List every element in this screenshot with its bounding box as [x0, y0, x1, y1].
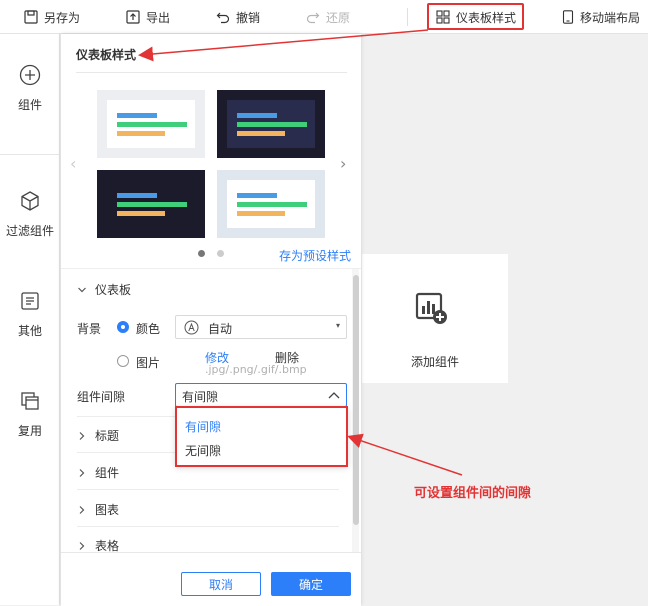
preset-bar — [237, 193, 277, 198]
preset-bar — [117, 211, 165, 216]
add-component-card[interactable]: 添加组件 — [362, 254, 508, 383]
save-as-button[interactable]: 另存为 — [24, 0, 80, 34]
preset-bar — [237, 211, 285, 216]
export-button[interactable]: 导出 — [126, 0, 170, 34]
text-box-icon — [21, 292, 39, 310]
image-option-label: 图片 — [136, 356, 161, 370]
spacing-value: 有间隙 — [182, 390, 219, 404]
dashboard-style-panel: 仪表板样式 ‹ › 存为预设样式 仪表板 背景 颜色 自动 ▾ 图片 修改 删除… — [61, 34, 361, 606]
dashboard-style-highlight — [427, 3, 524, 30]
spacing-select[interactable]: 有间隙 — [175, 383, 347, 407]
save-as-label: 另存为 — [44, 10, 81, 25]
save-icon — [24, 10, 38, 24]
section-dashboard[interactable]: 仪表板 — [77, 281, 131, 298]
auto-icon — [184, 320, 199, 335]
panel-footer: 取消 确定 — [61, 552, 361, 606]
mobile-layout-label: 移动端布局 — [580, 10, 641, 25]
sidebar-divider — [0, 154, 60, 155]
export-icon — [126, 10, 140, 24]
export-label: 导出 — [146, 10, 171, 25]
sidebar-item-reuse-label: 复用 — [17, 424, 42, 438]
preset-bar — [237, 202, 307, 207]
preset-bar — [117, 193, 157, 198]
section-divider — [77, 489, 339, 490]
chevron-right-icon — [79, 431, 85, 440]
section-component-label: 组件 — [95, 466, 120, 480]
background-color-select[interactable]: 自动 ▾ — [175, 315, 347, 339]
preset-bar — [237, 131, 285, 136]
section-component[interactable]: 组件 — [77, 464, 119, 481]
chevron-left-icon[interactable]: ‹ — [70, 156, 76, 172]
section-chart[interactable]: 图表 — [77, 501, 119, 518]
left-sidebar: 组件 过滤组件 其他 复用 — [0, 34, 60, 605]
sidebar-item-filter[interactable]: 过滤组件 — [0, 190, 60, 239]
chevron-right-icon[interactable]: › — [340, 156, 346, 172]
preset-card — [227, 180, 315, 228]
preset-bar — [117, 202, 187, 207]
spacing-label: 组件间隙 — [77, 390, 126, 404]
preset-card — [107, 100, 195, 148]
undo-icon — [216, 12, 230, 24]
mobile-layout-button[interactable]: 移动端布局 — [562, 0, 640, 34]
cancel-button[interactable]: 取消 — [181, 572, 261, 596]
top-toolbar: 另存为 导出 撤销 还原 仪表板样式 移动端布局 — [0, 0, 648, 34]
chevron-right-icon — [79, 505, 85, 514]
preset-bar — [117, 113, 157, 118]
ok-button[interactable]: 确定 — [271, 572, 351, 596]
undo-label: 撤销 — [236, 10, 261, 25]
preset-bar — [117, 122, 187, 127]
section-dashboard-label: 仪表板 — [95, 283, 132, 297]
caret-down-icon: ▾ — [335, 321, 340, 330]
preset-bar — [237, 113, 277, 118]
section-divider — [77, 526, 339, 527]
chevron-right-icon — [79, 468, 85, 477]
section-chart-label: 图表 — [95, 503, 120, 517]
redo-icon — [306, 12, 320, 24]
section-title-label: 标题 — [95, 429, 120, 443]
preset-dark[interactable] — [97, 170, 205, 238]
sidebar-item-component-label: 组件 — [17, 98, 42, 112]
panel-title: 仪表板样式 — [76, 48, 137, 62]
mobile-icon — [562, 10, 574, 24]
color-option-label: 颜色 — [136, 322, 161, 336]
sidebar-item-other[interactable]: 其他 — [0, 290, 60, 339]
section-title[interactable]: 标题 — [77, 427, 119, 444]
scrollbar-thumb[interactable] — [353, 275, 359, 525]
page-dot-active[interactable] — [198, 250, 205, 257]
annotation-text: 可设置组件间的间隙 — [414, 486, 532, 501]
redo-label: 还原 — [326, 10, 351, 25]
preset-card — [227, 100, 315, 148]
undo-button[interactable]: 撤销 — [216, 0, 260, 34]
toolbar-divider — [407, 8, 408, 26]
add-component-label: 添加组件 — [410, 355, 459, 369]
arrow-to-dropdown — [347, 433, 463, 476]
preset-dark-card[interactable] — [217, 90, 325, 158]
preset-card — [107, 180, 195, 228]
chevron-up-icon — [328, 392, 340, 399]
preset-light[interactable] — [97, 90, 205, 158]
copy-icon — [21, 392, 39, 410]
color-value: 自动 — [208, 322, 233, 336]
preset-blue-gray[interactable] — [217, 170, 325, 238]
sidebar-item-other-label: 其他 — [17, 324, 42, 338]
preset-bar — [237, 122, 307, 127]
background-label: 背景 — [77, 322, 102, 336]
save-preset-link[interactable]: 存为预设样式 — [279, 247, 351, 264]
cube-icon — [21, 191, 39, 211]
dropdown-highlight — [175, 406, 348, 467]
chevron-right-icon — [79, 541, 85, 550]
page-dot[interactable] — [217, 250, 224, 257]
redo-button[interactable]: 还原 — [306, 0, 350, 34]
image-format-hint: .jpg/.png/.gif/.bmp — [205, 363, 307, 376]
sidebar-item-component[interactable]: 组件 — [0, 64, 60, 113]
sidebar-item-reuse[interactable]: 复用 — [0, 390, 60, 439]
preset-bar — [117, 131, 165, 136]
panel-divider — [76, 72, 347, 73]
add-circle-icon — [19, 64, 41, 86]
add-chart-icon — [415, 292, 447, 324]
sidebar-item-filter-label: 过滤组件 — [5, 224, 54, 238]
color-radio[interactable] — [117, 321, 129, 333]
image-radio[interactable] — [117, 355, 129, 367]
chevron-down-icon — [78, 287, 86, 292]
